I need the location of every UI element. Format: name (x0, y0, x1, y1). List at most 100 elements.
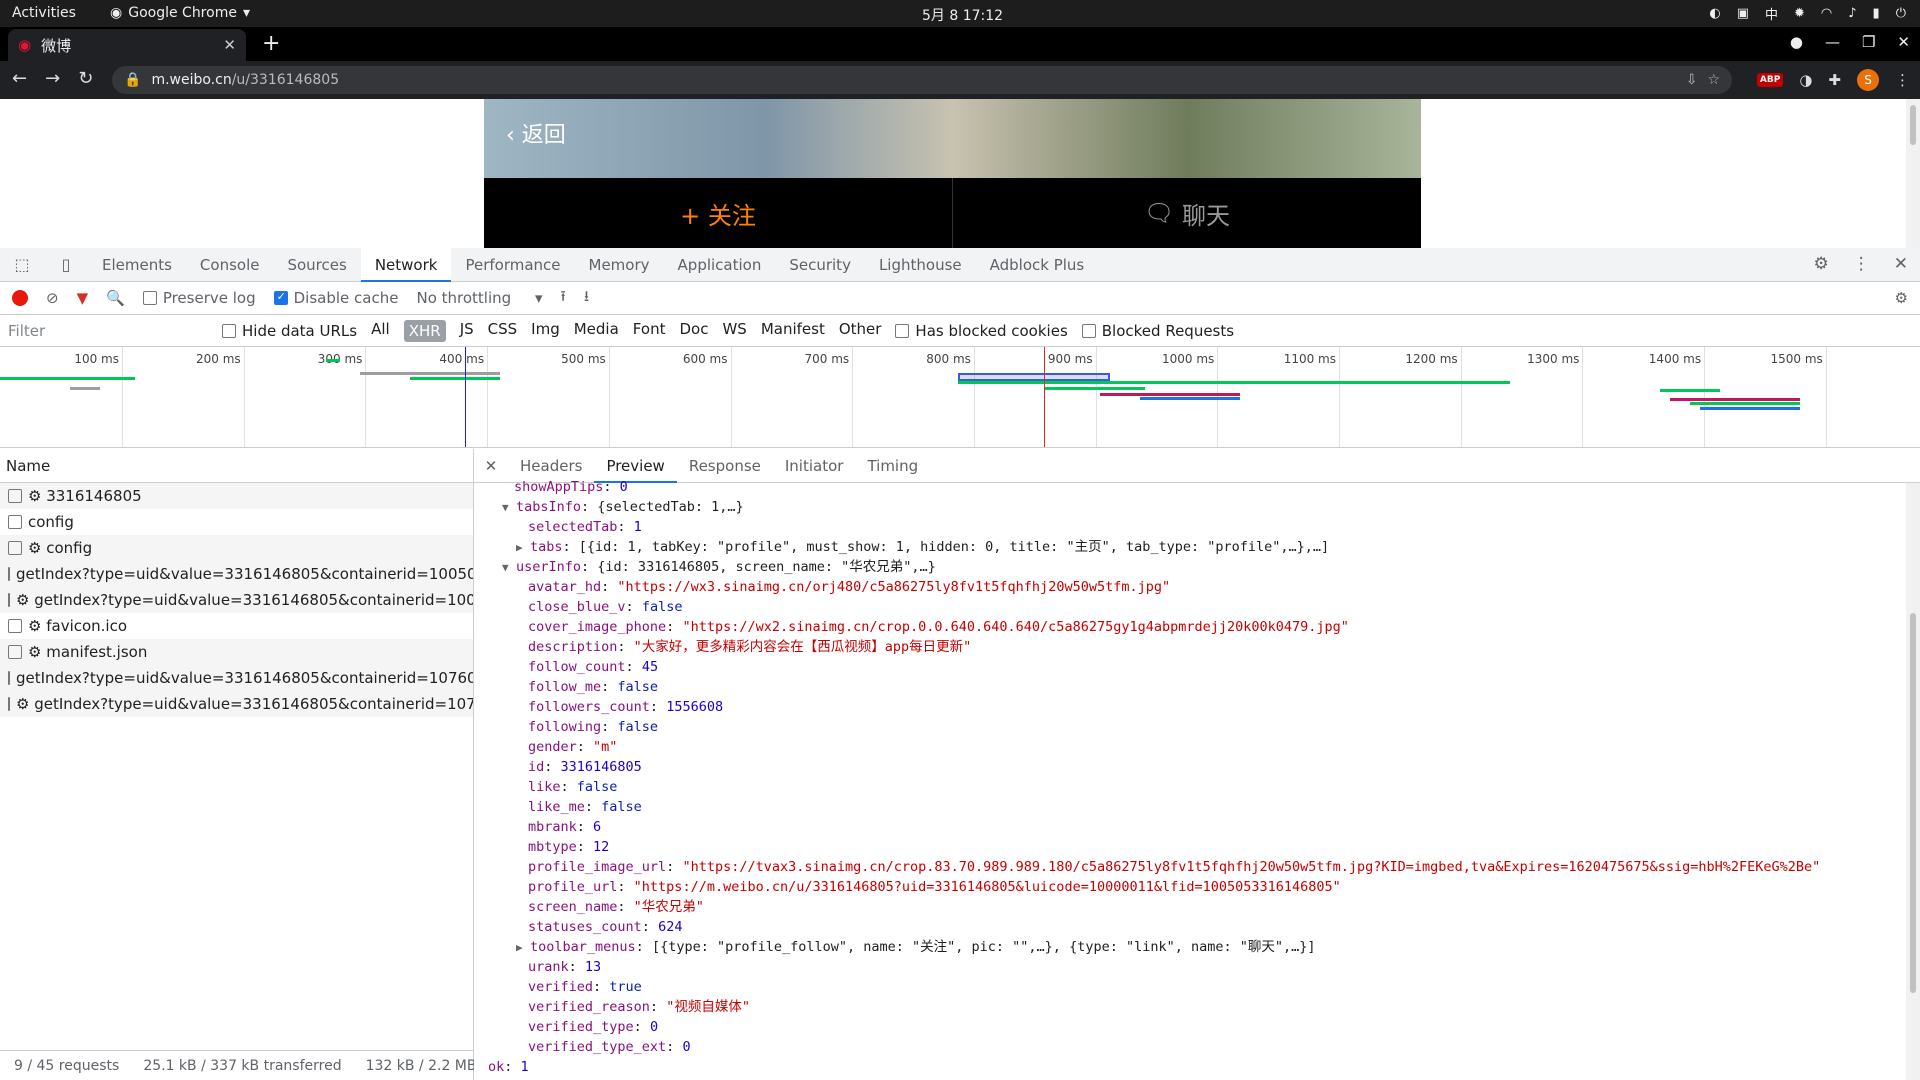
device-toolbar-icon[interactable]: ▯ (44, 255, 88, 274)
json-line[interactable]: gender: "m" (474, 737, 1920, 757)
request-row[interactable]: ⚙ getIndex?type=uid&value=3316146805&con… (0, 691, 473, 717)
devtools-tab-console[interactable]: Console (186, 248, 274, 282)
request-row[interactable]: ⚙ 3316146805 (0, 483, 473, 509)
export-har-icon[interactable]: ⭳ (584, 286, 589, 311)
profile-avatar[interactable]: S (1857, 69, 1879, 91)
dark-mode-icon[interactable]: ◑ (1799, 71, 1812, 89)
json-line[interactable]: verified_type_ext: 0 (474, 1037, 1920, 1057)
json-line[interactable]: id: 3316146805 (474, 757, 1920, 777)
new-tab-button[interactable]: + (262, 31, 280, 56)
install-icon[interactable]: ⇩ (1686, 72, 1698, 88)
json-line[interactable]: followers_count: 1556608 (474, 697, 1920, 717)
ime-indicator[interactable]: 中 (1765, 4, 1778, 23)
has-blocked-cookies-checkbox[interactable]: Has blocked cookies (895, 322, 1068, 340)
type-filter-font[interactable]: Font (633, 320, 666, 342)
close-tab-icon[interactable]: ✕ (223, 36, 236, 54)
type-filter-doc[interactable]: Doc (679, 320, 708, 342)
json-line[interactable]: ▼ tabsInfo: {selectedTab: 1,…} (474, 497, 1920, 517)
detail-tab-initiator[interactable]: Initiator (773, 449, 856, 483)
address-bar[interactable]: 🔒 m.weibo.cn/u/3316146805 ⇩ ☆ (112, 66, 1732, 94)
app-menu[interactable]: ◉ Google Chrome ▾ (110, 5, 250, 21)
expand-right-icon[interactable]: ▶ (516, 538, 530, 557)
close-devtools-icon[interactable]: ✕ (1894, 254, 1908, 274)
disable-cache-checkbox[interactable]: Disable cache (273, 289, 398, 307)
devtools-tab-adblock-plus[interactable]: Adblock Plus (976, 248, 1099, 282)
devtools-tab-network[interactable]: Network (360, 247, 452, 282)
json-line[interactable]: statuses_count: 624 (474, 917, 1920, 937)
browser-tab[interactable]: ◉ 微博 ✕ (8, 29, 246, 61)
system-tray[interactable]: ◐ ▣ 中 ✹ ◠ ♪ ▮ ⏻ (1709, 4, 1906, 23)
devtools-tab-lighthouse[interactable]: Lighthouse (865, 248, 976, 282)
detail-tab-response[interactable]: Response (677, 449, 773, 483)
json-line[interactable]: urank: 13 (474, 957, 1920, 977)
type-filter-manifest[interactable]: Manifest (761, 320, 825, 342)
json-line[interactable]: screen_name: "华农兄弟" (474, 897, 1920, 917)
row-checkbox[interactable] (8, 567, 10, 581)
json-line[interactable]: description: "大家好，更多精彩内容会在【西瓜视频】app每日更新" (474, 637, 1920, 657)
type-filter-css[interactable]: CSS (488, 320, 518, 342)
page-scrollbar[interactable] (1906, 99, 1920, 248)
type-filter-other[interactable]: Other (839, 320, 882, 342)
row-checkbox[interactable] (8, 645, 22, 659)
json-line[interactable]: profile_url: "https://m.weibo.cn/u/33161… (474, 877, 1920, 897)
chat-button[interactable]: 🗨 聊天 (953, 178, 1421, 248)
lock-icon[interactable]: 🔒 (124, 72, 141, 88)
json-line[interactable]: verified: true (474, 977, 1920, 997)
clear-icon[interactable]: ⊘ (46, 289, 59, 307)
expand-down-icon[interactable]: ▼ (502, 498, 516, 517)
filter-input[interactable]: Filter (8, 322, 208, 340)
request-row[interactable]: getIndex?type=uid&value=3316146805&conta… (0, 665, 473, 691)
record-icon[interactable] (12, 290, 28, 306)
kebab-menu-icon[interactable]: ⋮ (1895, 71, 1910, 89)
json-line[interactable]: verified_type: 0 (474, 1017, 1920, 1037)
type-filter-ws[interactable]: WS (722, 320, 746, 342)
filter-funnel-icon[interactable]: ▼ (77, 289, 89, 307)
network-overview-timeline[interactable]: 100 ms 200 ms 300 ms 400 ms 500 ms 600 ms 700 … (0, 347, 1920, 448)
row-checkbox[interactable] (8, 515, 22, 529)
json-line[interactable]: avatar_hd: "https://wx3.sinaimg.cn/orj48… (474, 577, 1920, 597)
request-row[interactable]: ⚙ config (0, 535, 473, 561)
json-line[interactable]: mbrank: 6 (474, 817, 1920, 837)
name-column-header[interactable]: Name (0, 449, 473, 483)
close-window-icon[interactable]: ✕ (1897, 33, 1910, 51)
inspect-element-icon[interactable]: ⬚ (0, 255, 44, 274)
back-arrow-icon[interactable]: ← (12, 68, 27, 89)
row-checkbox[interactable] (8, 697, 10, 711)
json-preview[interactable]: showAppTips: 0 ▼ tabsInfo: {selectedTab: 1… (474, 477, 1920, 1077)
puzzle-icon[interactable]: ✚ (1828, 71, 1841, 89)
request-row[interactable]: ⚙ getIndex?type=uid&value=3316146805&con… (0, 587, 473, 613)
json-line[interactable]: following: false (474, 717, 1920, 737)
type-filter-img[interactable]: Img (531, 320, 560, 342)
json-line[interactable]: follow_count: 45 (474, 657, 1920, 677)
preserve-log-checkbox[interactable]: Preserve log (142, 289, 256, 307)
request-row[interactable]: ⚙ favicon.ico (0, 613, 473, 639)
type-filter-js[interactable]: JS (460, 320, 474, 342)
devtools-tab-sources[interactable]: Sources (273, 248, 360, 282)
minimize-icon[interactable]: — (1825, 33, 1840, 51)
row-checkbox[interactable] (8, 619, 22, 633)
request-row[interactable]: ⚙ manifest.json (0, 639, 473, 665)
json-line[interactable]: ▼ userInfo: {id: 3316146805, screen_name:… (474, 557, 1920, 577)
json-line[interactable]: like_me: false (474, 797, 1920, 817)
forward-arrow-icon[interactable]: → (45, 68, 60, 89)
json-line[interactable]: ok: 1 (474, 1057, 1920, 1077)
detail-tab-timing[interactable]: Timing (855, 449, 930, 483)
devtools-tab-elements[interactable]: Elements (88, 248, 186, 282)
devtools-menu-icon[interactable]: ⋮ (1853, 254, 1870, 274)
json-line[interactable]: mbtype: 12 (474, 837, 1920, 857)
blocked-requests-checkbox[interactable]: Blocked Requests (1081, 322, 1234, 340)
bookmark-star-icon[interactable]: ☆ (1707, 72, 1720, 88)
type-filter-media[interactable]: Media (574, 320, 619, 342)
json-line[interactable]: close_blue_v: false (474, 597, 1920, 617)
type-filter-all[interactable]: All (371, 320, 390, 342)
json-line[interactable]: ▶ tabs: [{id: 1, tabKey: "profile", must_… (474, 537, 1920, 557)
row-checkbox[interactable] (8, 671, 10, 685)
row-checkbox[interactable] (8, 593, 10, 607)
settings-gear-icon[interactable]: ⚙ (1814, 254, 1829, 274)
devtools-tab-security[interactable]: Security (775, 248, 865, 282)
screen-icon[interactable]: ▣ (1737, 6, 1749, 21)
search-icon[interactable]: 🔍 (106, 289, 125, 307)
adblock-icon[interactable]: ABP (1756, 73, 1784, 87)
restore-icon[interactable]: ❐ (1862, 33, 1875, 51)
request-row[interactable]: config (0, 509, 473, 535)
